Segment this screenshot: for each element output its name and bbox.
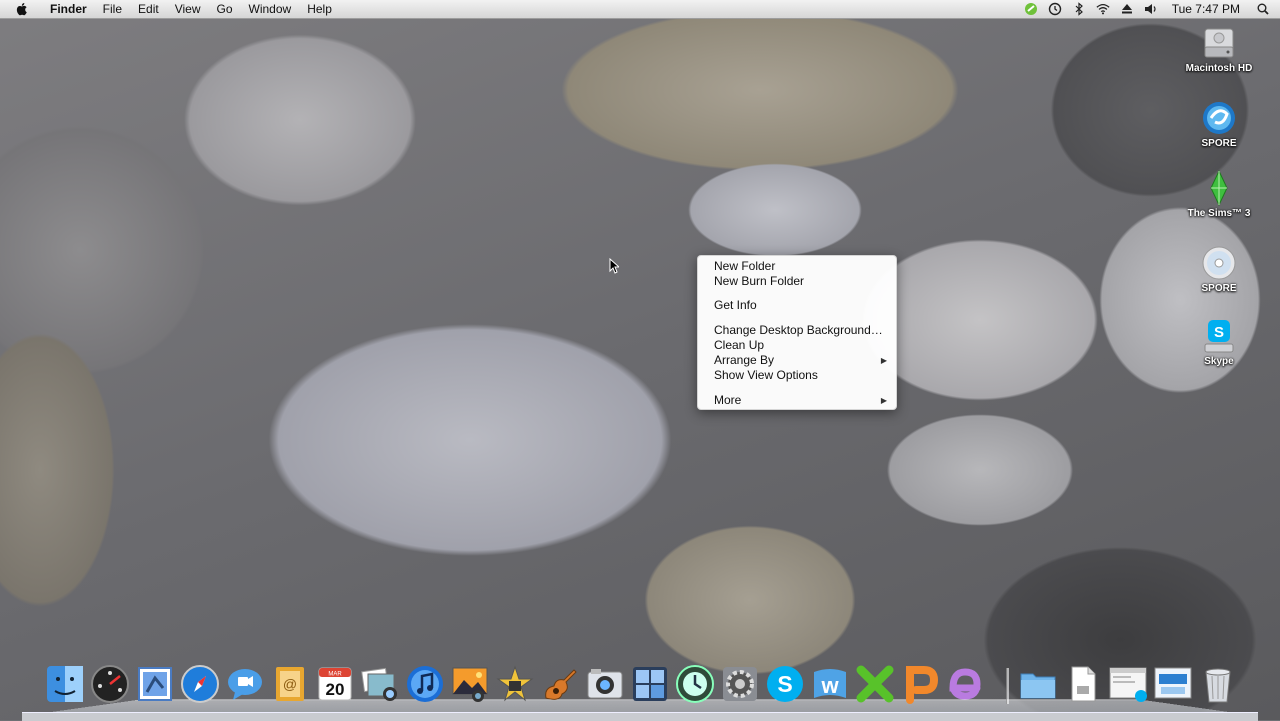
desktop-icon-label: SPORE xyxy=(1201,138,1237,149)
desktop-icon-label: Skype xyxy=(1204,356,1234,367)
dock-system-preferences-icon[interactable] xyxy=(720,664,760,704)
eject-icon[interactable] xyxy=(1120,2,1134,16)
submenu-arrow-icon: ▶ xyxy=(880,396,887,405)
svg-text:w: w xyxy=(820,673,839,698)
sims-plumbob-icon xyxy=(1201,169,1237,207)
dock-separator xyxy=(1006,668,1009,704)
spore-app-icon xyxy=(1201,100,1237,136)
apple-menu-icon[interactable] xyxy=(14,1,30,17)
menu-go[interactable]: Go xyxy=(209,0,241,18)
mouse-cursor-icon xyxy=(609,258,619,274)
dock-skype-icon[interactable]: S xyxy=(765,664,805,704)
calendar-month: MAR xyxy=(328,672,342,678)
dock-iphoto-icon[interactable] xyxy=(450,664,490,704)
desktop-icon-skype[interactable]: S Skype xyxy=(1174,318,1264,367)
dock-imovie-icon[interactable] xyxy=(495,664,535,704)
wifi-icon[interactable] xyxy=(1096,2,1110,16)
menu-finder[interactable]: Finder xyxy=(42,0,95,18)
context-menu-change-desktop-background[interactable]: Change Desktop Background… xyxy=(714,323,883,338)
menu-file[interactable]: File xyxy=(95,0,130,18)
dock-powerpoint-icon[interactable] xyxy=(900,664,940,704)
dock-preview-window-icon[interactable] xyxy=(1108,664,1148,704)
svg-text:@: @ xyxy=(283,676,297,692)
status-area: Tue 7:47 PM xyxy=(1024,0,1270,18)
volume-icon[interactable] xyxy=(1144,2,1158,16)
dock-excel-icon[interactable] xyxy=(855,664,895,704)
dock-ical-icon[interactable]: MAR 20 xyxy=(315,664,355,704)
svg-text:S: S xyxy=(777,671,792,697)
menu-view[interactable]: View xyxy=(167,0,209,18)
dock-word-icon[interactable]: w xyxy=(810,664,850,704)
cd-disc-icon xyxy=(1201,245,1237,281)
dock-time-machine-icon[interactable] xyxy=(675,664,715,704)
dock-dashboard-icon[interactable] xyxy=(90,664,130,704)
submenu-arrow-icon: ▶ xyxy=(880,356,887,365)
menu-help[interactable]: Help xyxy=(299,0,340,18)
desktop-icon-label: The Sims™ 3 xyxy=(1187,208,1251,219)
dock-mail-icon[interactable] xyxy=(135,664,175,704)
dock-iphoto-preview-icon[interactable] xyxy=(360,664,400,704)
dock-garageband-icon[interactable] xyxy=(540,664,580,704)
dock-folder-icon[interactable] xyxy=(1018,664,1058,704)
desktop-wallpaper[interactable] xyxy=(0,0,1280,720)
dock-documents-icon[interactable] xyxy=(1063,664,1103,704)
dock-safari-icon[interactable] xyxy=(180,664,220,704)
skype-drive-icon: S xyxy=(1201,318,1237,354)
dock-entourage-icon[interactable] xyxy=(945,664,985,704)
context-menu-get-info[interactable]: Get Info xyxy=(714,298,757,313)
bluetooth-icon[interactable] xyxy=(1072,2,1086,16)
context-menu-clean-up[interactable]: Clean Up xyxy=(714,338,764,353)
context-menu-new-folder[interactable]: New Folder xyxy=(714,259,775,274)
context-menu-arrange-by[interactable]: Arrange By xyxy=(714,353,774,368)
desktop-icon-spore[interactable]: SPORE xyxy=(1174,100,1264,149)
context-menu-more[interactable]: More xyxy=(714,393,741,408)
dock-spore-window-icon[interactable] xyxy=(1153,664,1193,704)
dock-itunes-icon[interactable] xyxy=(405,664,445,704)
menu-edit[interactable]: Edit xyxy=(130,0,167,18)
desktop-icon-macintosh-hd[interactable]: Macintosh HD xyxy=(1174,25,1264,74)
spotlight-search-icon[interactable] xyxy=(1256,2,1270,16)
dock-photo-booth-icon[interactable] xyxy=(585,664,625,704)
desktop-icon-label: Macintosh HD xyxy=(1185,63,1253,74)
menu-clock[interactable]: Tue 7:47 PM xyxy=(1172,2,1240,16)
calendar-day: 20 xyxy=(326,680,345,699)
dock-address-book-icon[interactable]: @ xyxy=(270,664,310,704)
dock-trash-icon[interactable] xyxy=(1198,664,1238,704)
dock-finder-icon[interactable] xyxy=(45,664,85,704)
dock-ichat-icon[interactable] xyxy=(225,664,265,704)
bamboo-green-icon[interactable] xyxy=(1024,2,1038,16)
context-menu-show-view-options[interactable]: Show View Options xyxy=(714,368,818,383)
time-machine-icon[interactable] xyxy=(1048,2,1062,16)
desktop-icon-label: SPORE xyxy=(1201,283,1237,294)
hard-drive-icon xyxy=(1201,25,1237,61)
desktop-context-menu: New Folder New Burn Folder Get Info Chan… xyxy=(697,255,897,410)
dock-spaces-icon[interactable] xyxy=(630,664,670,704)
menu-window[interactable]: Window xyxy=(241,0,300,18)
svg-text:S: S xyxy=(1214,324,1224,341)
menu-bar: Finder File Edit View Go Window Help Tue… xyxy=(0,0,1280,19)
desktop-icon-spore-disc[interactable]: SPORE xyxy=(1174,245,1264,294)
context-menu-new-burn-folder[interactable]: New Burn Folder xyxy=(714,274,804,289)
desktop-icon-sims-3[interactable]: The Sims™ 3 xyxy=(1174,169,1264,219)
